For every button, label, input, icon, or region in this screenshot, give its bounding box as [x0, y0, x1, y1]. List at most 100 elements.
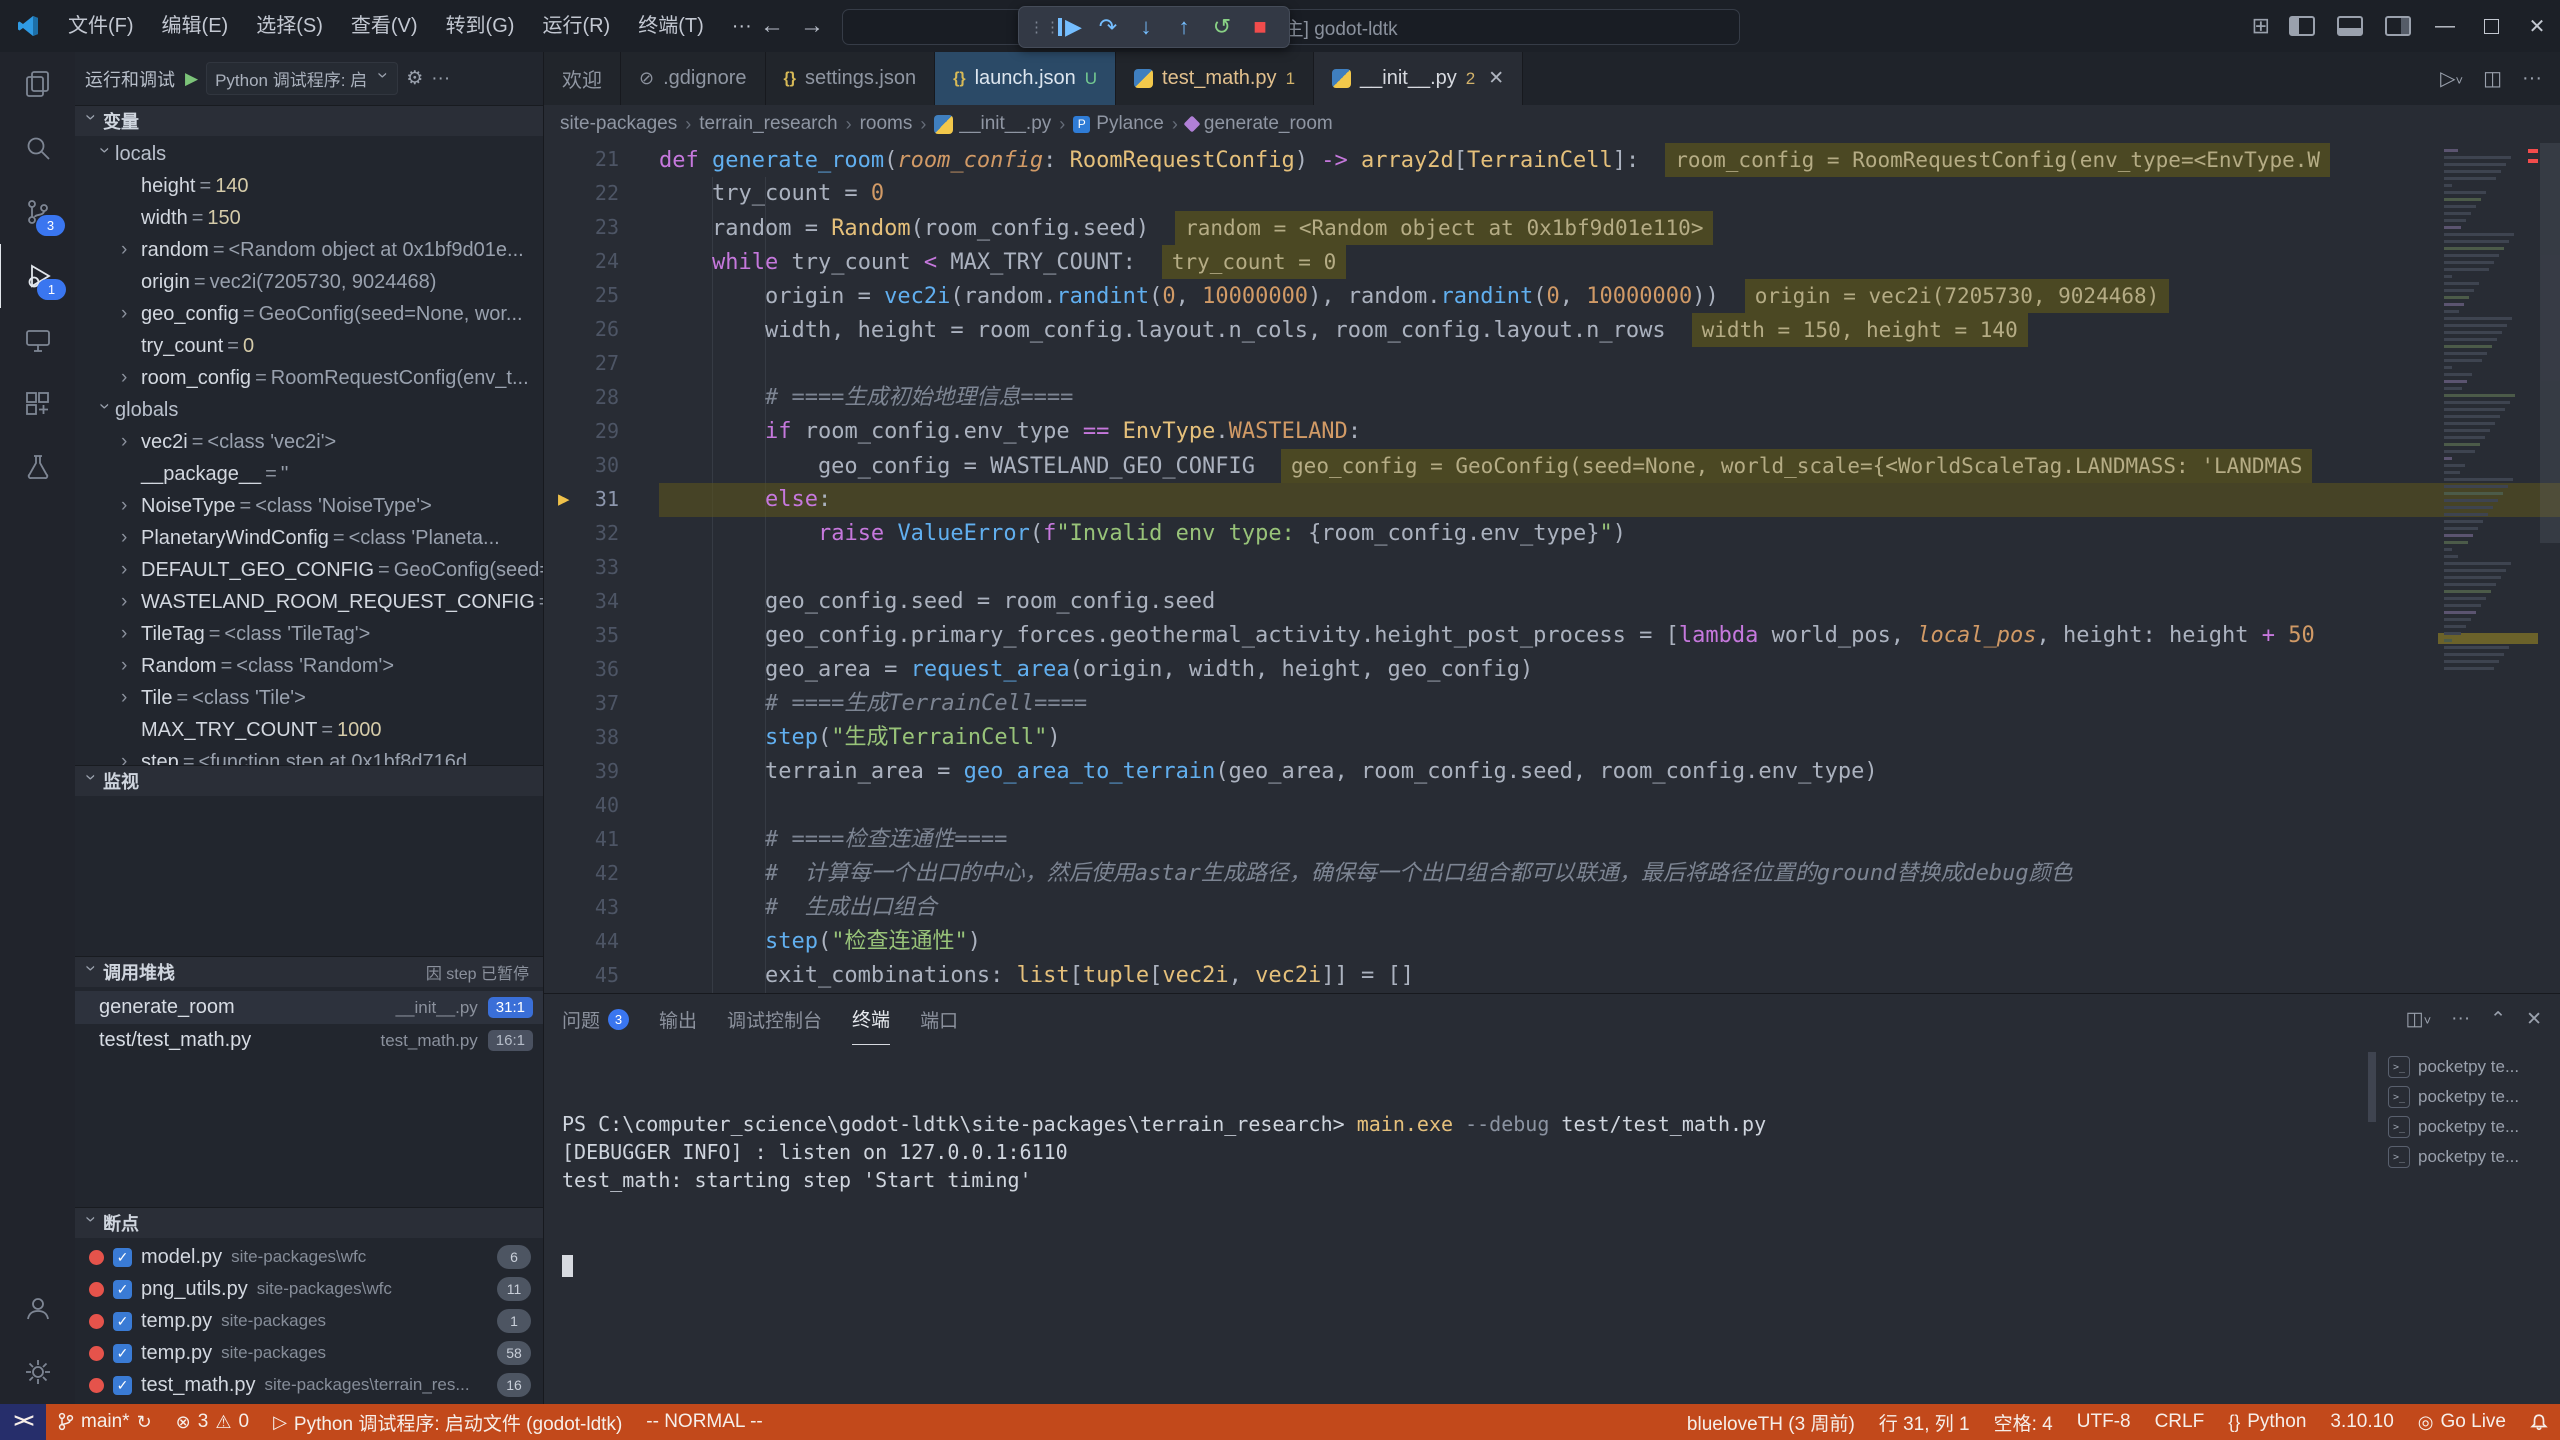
code-line[interactable]: 25 origin = vec2i(random.randint(0, 1000…: [544, 279, 2560, 313]
restart-icon[interactable]: ↺: [1203, 10, 1241, 44]
variable-row[interactable]: ›geo_config = GeoConfig(seed=None, wor..…: [75, 298, 543, 330]
terminal-instance[interactable]: >_pocketpy te...: [2382, 1082, 2550, 1112]
tab-.gdignore[interactable]: ⊘.gdignore: [621, 52, 766, 105]
breadcrumb-item[interactable]: __init__.py: [934, 113, 1051, 135]
search-icon[interactable]: [0, 116, 75, 180]
status-python-version[interactable]: 3.10.10: [2318, 1404, 2405, 1440]
tab-欢迎[interactable]: 欢迎: [544, 52, 621, 105]
variable-scope[interactable]: ›globals: [75, 394, 543, 426]
code-line[interactable]: 28 # ====生成初始地理信息====: [544, 381, 2560, 415]
breakpoint-row[interactable]: ✓temp.pysite-packages1: [75, 1305, 543, 1337]
status-indentation[interactable]: 空格: 4: [1982, 1404, 2065, 1440]
code-line[interactable]: 36 geo_area = request_area(origin, width…: [544, 653, 2560, 687]
tab-test_math.py[interactable]: test_math.py1: [1116, 52, 1314, 105]
maximize-button[interactable]: [2468, 0, 2514, 52]
code-line[interactable]: 43 # 生成出口组合: [544, 891, 2560, 925]
tab-launch.json[interactable]: {}launch.jsonU: [935, 52, 1116, 105]
toggle-sidebar-icon[interactable]: [2289, 16, 2315, 36]
terminal[interactable]: PS C:\computer_science\godot-ldtk\site-p…: [544, 1044, 2382, 1405]
breadcrumb-item[interactable]: PPylance: [1073, 113, 1164, 135]
watch-section-header[interactable]: › 监视: [75, 765, 543, 796]
status-cursor-position[interactable]: 行 31, 列 1: [1867, 1404, 1982, 1440]
status-blame[interactable]: blueloveTH (3 周前): [1675, 1404, 1867, 1440]
status-eol[interactable]: CRLF: [2143, 1404, 2217, 1440]
breakpoint-checkbox[interactable]: ✓: [113, 1312, 132, 1331]
panel-tab-问题[interactable]: 问题3: [562, 994, 629, 1044]
run-and-debug-icon[interactable]: 1: [0, 244, 76, 308]
minimap[interactable]: [2438, 143, 2538, 993]
code-line[interactable]: 29 if room_config.env_type == EnvType.WA…: [544, 415, 2560, 449]
breakpoint-row[interactable]: ✓test_math.pysite-packages\terrain_res..…: [75, 1369, 543, 1401]
more-actions-icon[interactable]: ···: [431, 68, 450, 90]
panel-tab-输出[interactable]: 输出: [659, 994, 697, 1044]
more-actions-icon[interactable]: ···: [2522, 67, 2542, 90]
breadcrumb-item[interactable]: terrain_research: [699, 113, 837, 135]
breakpoints-section-header[interactable]: › 断点: [75, 1207, 543, 1238]
status-go-live[interactable]: ◎Go Live: [2406, 1404, 2518, 1440]
variable-row[interactable]: origin = vec2i(7205730, 9024468): [75, 266, 543, 298]
close-button[interactable]: ✕: [2514, 0, 2560, 52]
debug-config-select[interactable]: Python 调试程序: 启 ›: [206, 62, 398, 95]
variable-row[interactable]: ›room_config = RoomRequestConfig(env_t..…: [75, 362, 543, 394]
run-python-file-icon[interactable]: ▷˅: [2440, 66, 2463, 91]
breakpoint-checkbox[interactable]: ✓: [113, 1344, 132, 1363]
stop-icon[interactable]: ■: [1241, 10, 1279, 44]
code-line[interactable]: 39 terrain_area = geo_area_to_terrain(ge…: [544, 755, 2560, 789]
status-language[interactable]: {}Python: [2216, 1404, 2318, 1440]
step-into-icon[interactable]: ↓: [1127, 10, 1165, 44]
code-line[interactable]: 40: [544, 789, 2560, 823]
variable-row[interactable]: ›Random = <class 'Random'>: [75, 650, 543, 682]
code-line[interactable]: 37 # ====生成TerrainCell====: [544, 687, 2560, 721]
account-icon[interactable]: [0, 1276, 75, 1340]
tab-close-icon[interactable]: ✕: [1488, 67, 1504, 90]
code-line[interactable]: 33: [544, 551, 2560, 585]
terminal-instance[interactable]: >_pocketpy te...: [2382, 1052, 2550, 1082]
breadcrumb-item[interactable]: generate_room: [1186, 113, 1333, 135]
terminal-layout-icon[interactable]: ◫˅: [2406, 1008, 2432, 1031]
code-line[interactable]: 22 try_count = 0: [544, 177, 2560, 211]
menu-item[interactable]: ···: [718, 0, 766, 52]
callstack-frame[interactable]: test/test_math.pytest_math.py16:1: [75, 1024, 543, 1057]
code-line[interactable]: 42 # 计算每一个出口的中心，然后使用astar生成路径，确保每一个出口组合都…: [544, 857, 2560, 891]
callstack-section-header[interactable]: › 调用堆栈 因 step 已暂停: [75, 956, 543, 987]
code-line[interactable]: 24 while try_count < MAX_TRY_COUNT:try_c…: [544, 245, 2560, 279]
code-line[interactable]: ▶31 else:: [544, 483, 2560, 517]
panel-maximize-icon[interactable]: ⌃: [2490, 1008, 2506, 1031]
debug-settings-gear-icon[interactable]: ⚙: [406, 67, 423, 90]
variable-row[interactable]: ›NoiseType = <class 'NoiseType'>: [75, 490, 543, 522]
remote-explorer-icon[interactable]: [0, 308, 75, 372]
code-line[interactable]: 21def generate_room(room_config: RoomReq…: [544, 143, 2560, 177]
breakpoint-checkbox[interactable]: ✓: [113, 1376, 132, 1395]
step-over-icon[interactable]: ↷: [1089, 10, 1127, 44]
variable-row[interactable]: __package__ = '': [75, 458, 543, 490]
terminal-scrollbar[interactable]: [2368, 1052, 2376, 1122]
code-line[interactable]: 30 geo_config = WASTELAND_GEO_CONFIGgeo_…: [544, 449, 2560, 483]
editor[interactable]: 21def generate_room(room_config: RoomReq…: [544, 143, 2560, 993]
split-editor-icon[interactable]: ◫: [2483, 66, 2502, 91]
variable-row[interactable]: ›WASTELAND_ROOM_REQUEST_CONFIG = RoomR..…: [75, 586, 543, 618]
menu-item[interactable]: 运行(R): [528, 0, 624, 52]
tab-settings.json[interactable]: {}settings.json: [766, 52, 936, 105]
step-out-icon[interactable]: ↑: [1165, 10, 1203, 44]
source-control-icon[interactable]: 3: [0, 180, 75, 244]
code-line[interactable]: 35 geo_config.primary_forces.geothermal_…: [544, 619, 2560, 653]
status-vim-mode[interactable]: -- NORMAL --: [634, 1404, 774, 1440]
code-line[interactable]: 23 random = Random(room_config.seed)rand…: [544, 211, 2560, 245]
panel-close-icon[interactable]: ✕: [2526, 1008, 2542, 1031]
drag-handle-icon[interactable]: ⋮⋮: [1029, 22, 1043, 33]
code-line[interactable]: 41 # ====检查连通性====: [544, 823, 2560, 857]
status-encoding[interactable]: UTF-8: [2065, 1404, 2143, 1440]
breakpoint-row[interactable]: ✓temp.pysite-packages58: [75, 1337, 543, 1369]
minimize-button[interactable]: —: [2422, 0, 2468, 52]
variable-row[interactable]: height = 140: [75, 170, 543, 202]
breadcrumb-item[interactable]: rooms: [860, 113, 913, 135]
testing-icon[interactable]: [0, 436, 75, 500]
menu-item[interactable]: 选择(S): [242, 0, 337, 52]
menu-item[interactable]: 编辑(E): [148, 0, 243, 52]
variable-row[interactable]: ›DEFAULT_GEO_CONFIG = GeoConfig(seed=1..…: [75, 554, 543, 586]
status-branch[interactable]: main*↻: [46, 1404, 164, 1440]
customize-layout-icon[interactable]: ⊞: [2252, 13, 2270, 39]
variable-row[interactable]: ›vec2i = <class 'vec2i'>: [75, 426, 543, 458]
status-notifications-bell-icon[interactable]: [2518, 1404, 2560, 1440]
code-line[interactable]: 32 raise ValueError(f"Invalid env type: …: [544, 517, 2560, 551]
